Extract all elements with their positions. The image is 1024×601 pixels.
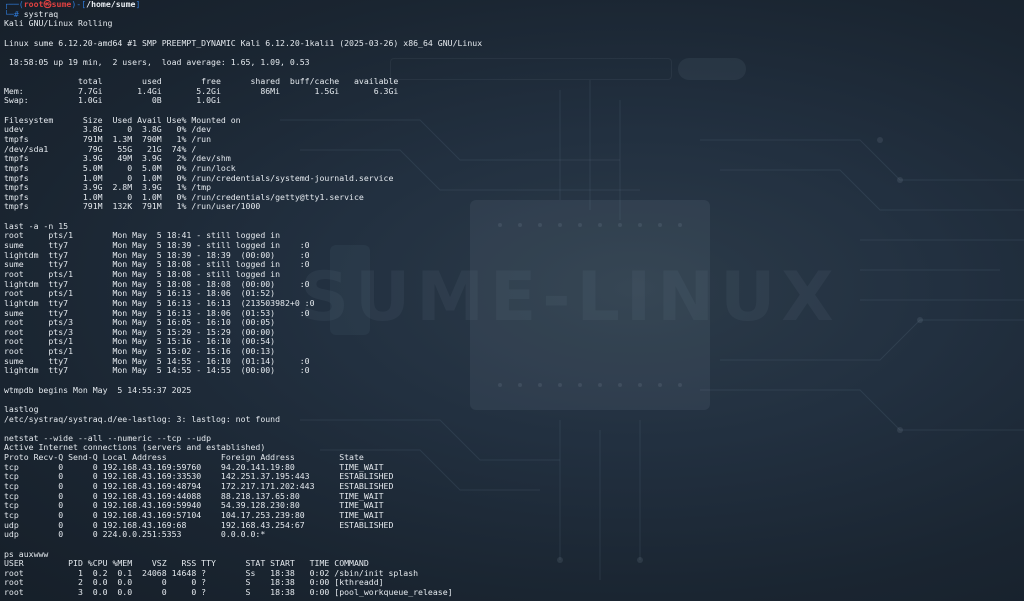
prompt-mid: )-[ <box>71 0 87 9</box>
output-line: tmpfs 1.0M 0 1.0M 0% /run/credentials/ge… <box>4 192 364 202</box>
background-search-button <box>678 58 746 80</box>
output-line: udp 0 0 224.0.0.251:5353 0.0.0.0:* <box>4 530 266 540</box>
prompt-suffix: ] <box>135 0 141 9</box>
output-line: last -a -n 15 <box>4 221 69 231</box>
output-line: Kali GNU/Linux Rolling <box>4 19 113 29</box>
output-line: lightdm tty7 Mon May 5 18:08 - 18:08 (00… <box>4 279 310 289</box>
output-line: tcp 0 0 192.168.43.169:59760 94.20.141.1… <box>4 462 384 472</box>
output-line: Proto Recv-Q Send-Q Local Address Foreig… <box>4 453 364 463</box>
output-line: tmpfs 791M 1.3M 790M 1% /run <box>4 134 212 144</box>
output-line: lightdm tty7 Mon May 5 18:39 - 18:39 (00… <box>4 250 310 260</box>
prompt-command: systraq <box>18 9 59 19</box>
output-line: total used free shared buff/cache availa… <box>4 77 399 87</box>
output-line: tmpfs 3.9G 2.8M 3.9G 1% /tmp <box>4 183 212 193</box>
output-line: tcp 0 0 192.168.43.169:33530 142.251.37.… <box>4 472 394 482</box>
output-line: tmpfs 3.9G 49M 3.9G 2% /dev/shm <box>4 154 231 164</box>
output-line: lightdm tty7 Mon May 5 16:13 - 16:13 (21… <box>4 298 315 308</box>
output-line: lastlog <box>4 404 39 414</box>
terminal-window[interactable]: SUME-LINUX ┌──(root㉿sume)-[/home/sume] └… <box>0 0 1024 601</box>
output-line: sume tty7 Mon May 5 14:55 - 16:10 (01:14… <box>4 356 310 366</box>
output-line: tmpfs 1.0M 0 1.0M 0% /run/credentials/sy… <box>4 173 394 183</box>
prompt-line2-prefix: └─ <box>4 9 14 19</box>
output-line: root pts/3 Mon May 5 15:29 - 15:29 (00:0… <box>4 327 276 337</box>
prompt-prefix: ┌──( <box>4 0 24 9</box>
prompt-line-2[interactable]: └─# systraq <box>4 10 482 20</box>
output-line: tmpfs 5.0M 0 5.0M 0% /run/lock <box>4 163 236 173</box>
output-line: ps auxwww <box>4 549 49 559</box>
output-line: /etc/systraq/systraq.d/ee-lastlog: 3: la… <box>4 414 281 424</box>
output-line: 18:58:05 up 19 min, 2 users, load averag… <box>4 57 310 67</box>
output-line: Swap: 1.0Gi 0B 1.0Gi <box>4 96 221 106</box>
output-line: root 1 0.2 0.1 24068 14648 ? Ss 18:38 0:… <box>4 568 419 578</box>
output-line: udev 3.8G 0 3.8G 0% /dev <box>4 125 212 135</box>
command-output: Kali GNU/Linux Rolling Linux sume 6.12.20… <box>4 19 482 597</box>
output-line: root pts/3 Mon May 5 16:05 - 16:10 (00:0… <box>4 318 276 328</box>
output-line: root pts/1 Mon May 5 18:08 - still logge… <box>4 269 281 279</box>
prompt-path: /home/sume <box>86 0 136 9</box>
output-line: root 2 0.0 0.0 0 0 ? S 18:38 0:00 [kthre… <box>4 578 384 588</box>
output-line: tcp 0 0 192.168.43.169:59940 54.39.128.2… <box>4 501 384 511</box>
output-line: root 3 0.0 0.0 0 0 ? S 18:38 0:00 [pool_… <box>4 588 453 598</box>
output-line: lightdm tty7 Mon May 5 14:55 - 14:55 (00… <box>4 366 310 376</box>
output-line: wtmpdb begins Mon May 5 14:55:37 2025 <box>4 385 192 395</box>
output-line: USER PID %CPU %MEM VSZ RSS TTY STAT STAR… <box>4 559 369 569</box>
output-line: Mem: 7.7Gi 1.4Gi 5.2Gi 86Mi 1.5Gi 6.3Gi <box>4 86 399 96</box>
output-line: root pts/1 Mon May 5 18:41 - still logge… <box>4 231 281 241</box>
output-line: sume tty7 Mon May 5 16:13 - 18:06 (01:53… <box>4 308 310 318</box>
prompt-user: root㉿sume <box>23 0 72 9</box>
output-line: root pts/1 Mon May 5 15:16 - 16:10 (00:5… <box>4 337 276 347</box>
output-line: root pts/1 Mon May 5 16:13 - 18:06 (01:5… <box>4 289 276 299</box>
output-line: udp 0 0 192.168.43.169:68 192.168.43.254… <box>4 520 394 530</box>
output-line: Active Internet connections (servers and… <box>4 443 266 453</box>
terminal-output: ┌──(root㉿sume)-[/home/sume] └─# systraq … <box>4 0 482 598</box>
output-line: /dev/sda1 79G 55G 21G 74% / <box>4 144 197 154</box>
output-line: tcp 0 0 192.168.43.169:48794 172.217.171… <box>4 482 394 492</box>
output-line: Filesystem Size Used Avail Use% Mounted … <box>4 115 241 125</box>
output-line: tcp 0 0 192.168.43.169:57104 104.17.253.… <box>4 510 384 520</box>
output-line: netstat --wide --all --numeric --tcp --u… <box>4 433 212 443</box>
output-line: sume tty7 Mon May 5 18:39 - still logged… <box>4 241 310 251</box>
prompt-line-1: ┌──(root㉿sume)-[/home/sume] <box>4 0 482 10</box>
output-line: Linux sume 6.12.20-amd64 #1 SMP PREEMPT_… <box>4 38 483 48</box>
output-line: root pts/1 Mon May 5 15:02 - 15:16 (00:1… <box>4 347 276 357</box>
output-line: sume tty7 Mon May 5 18:08 - still logged… <box>4 260 310 270</box>
output-line: tcp 0 0 192.168.43.169:44088 88.218.137.… <box>4 491 384 501</box>
output-line: tmpfs 791M 132K 791M 1% /run/user/1000 <box>4 202 261 212</box>
